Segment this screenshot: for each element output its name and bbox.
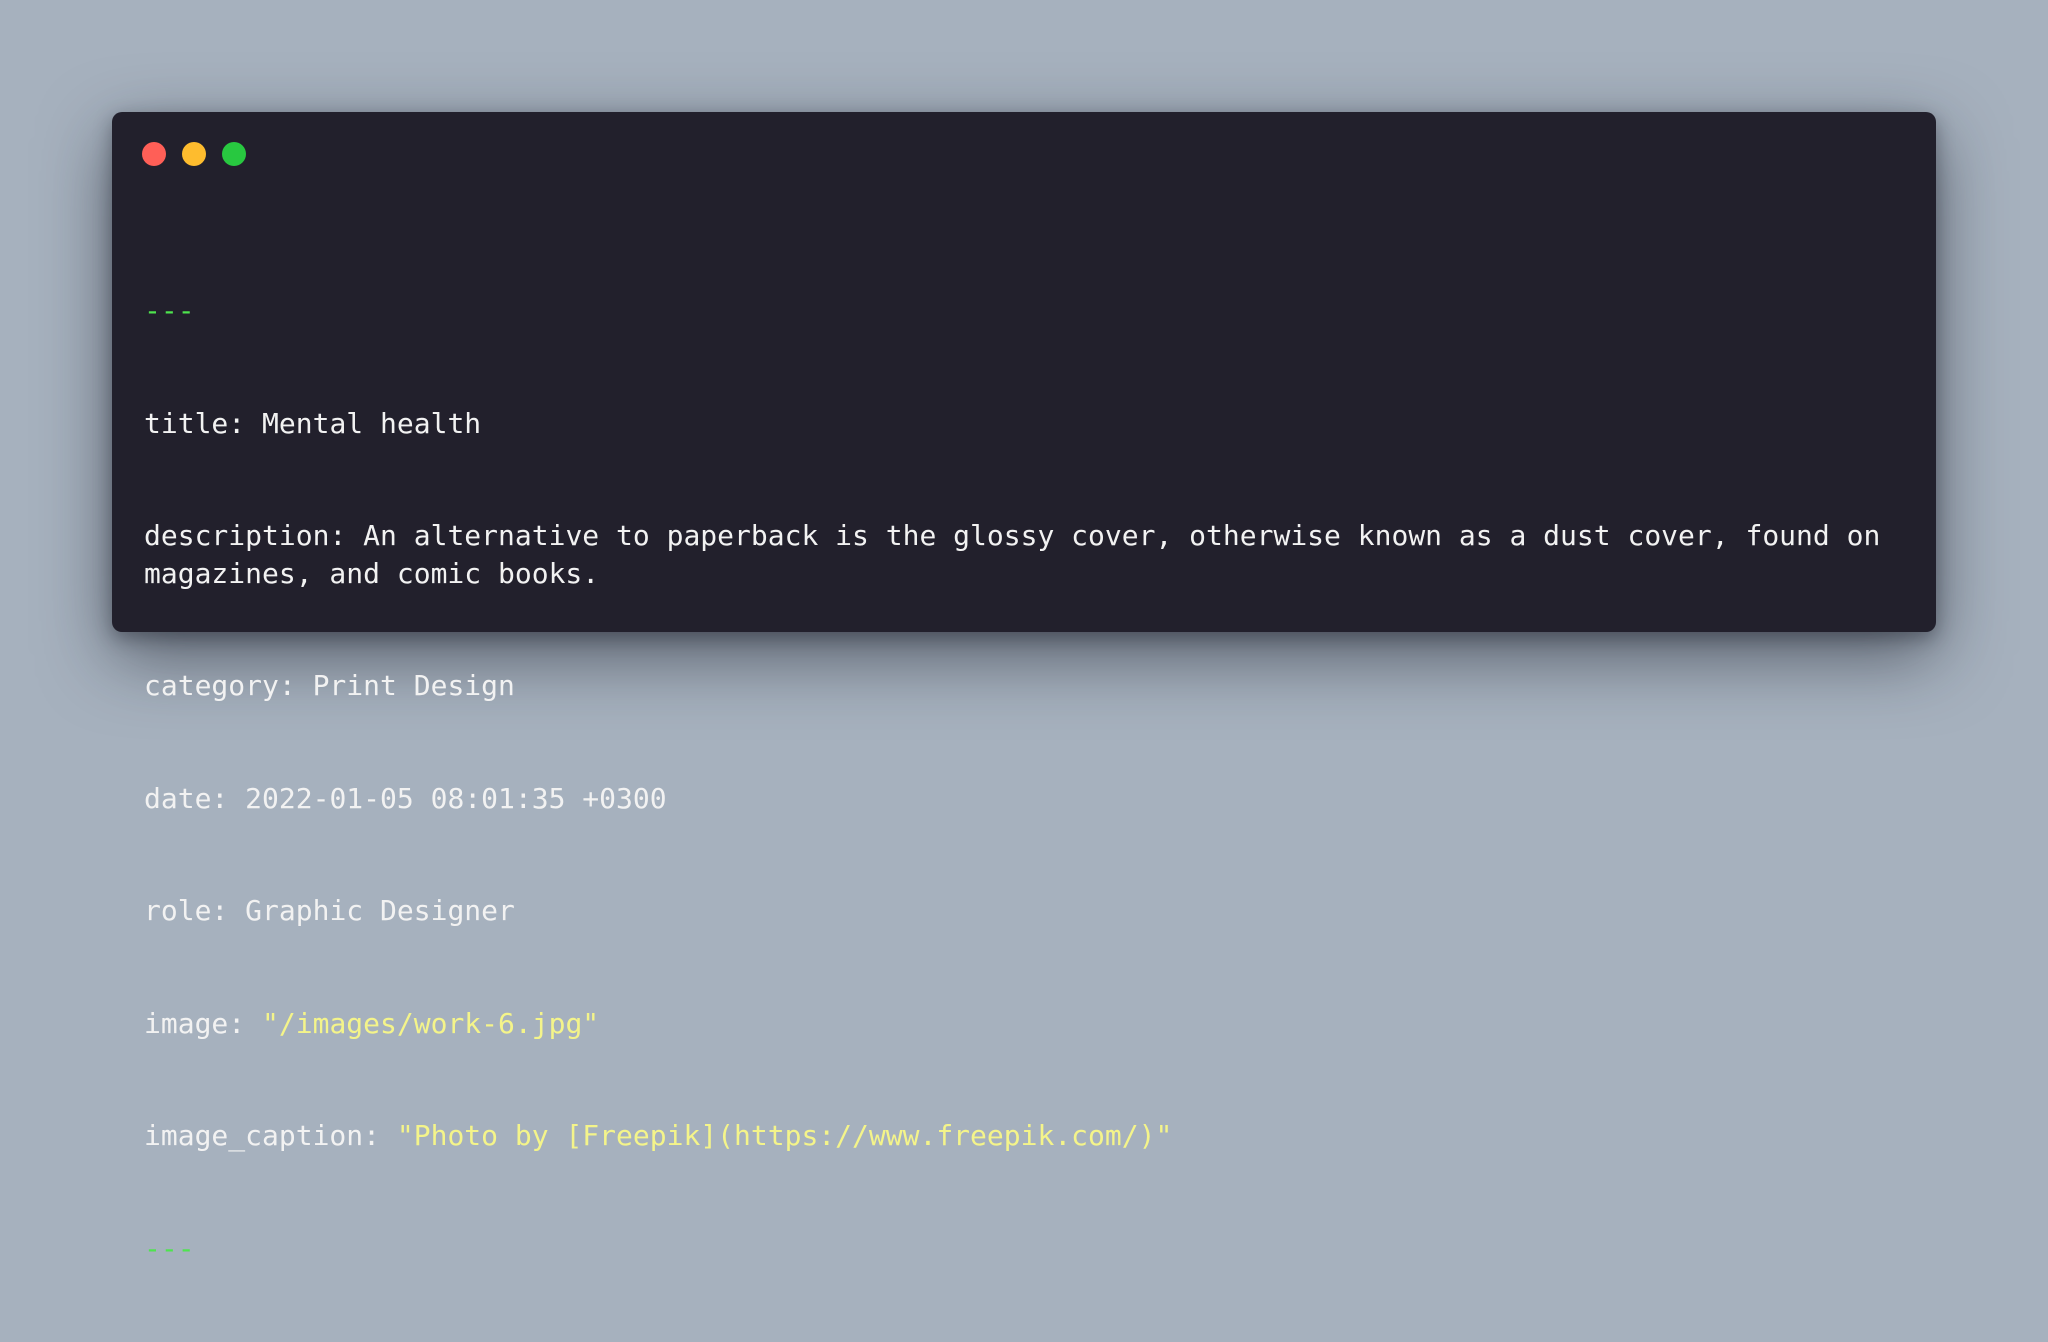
image-caption-key: image_caption: <box>144 1119 397 1152</box>
description-value: An alternative to paperback is the gloss… <box>144 519 1898 590</box>
image-value: "/images/work-6.jpg" <box>262 1006 600 1040</box>
code-line-date: date: 2022-01-05 08:01:35 +0300 <box>144 780 1904 818</box>
category-value: Print Design <box>312 669 515 702</box>
code-line-title: title: Mental health <box>144 405 1904 443</box>
date-key: date: <box>144 781 246 815</box>
image-key: image: <box>144 1006 263 1040</box>
code-line-close-delim: --- <box>144 1230 1904 1268</box>
code-block: --- title: Mental health description: An… <box>144 217 1904 1342</box>
code-window: --- title: Mental health description: An… <box>112 112 1936 1265</box>
code-line-image-caption: image_caption: "Photo by [Freepik](https… <box>144 1117 1904 1155</box>
code-line-open-delim: --- <box>144 292 1904 330</box>
image-caption-value: "Photo by [Freepik](https://www.freepik.… <box>396 1119 1173 1152</box>
window-controls <box>142 142 246 166</box>
date-value: 2022-01-05 08:01:35 +0300 <box>245 781 667 815</box>
role-value: Graphic Designer <box>245 894 515 927</box>
description-key: description: <box>144 519 364 552</box>
maximize-window-icon[interactable] <box>222 142 246 166</box>
title-key: title: <box>144 406 263 440</box>
code-line-image: image: "/images/work-6.jpg" <box>144 1005 1904 1043</box>
title-value: Mental health <box>262 406 482 440</box>
frontmatter-open-delimiter: --- <box>144 294 195 327</box>
role-key: role: <box>144 894 246 927</box>
category-key: category: <box>144 669 313 702</box>
close-window-icon[interactable] <box>142 142 166 166</box>
minimize-window-icon[interactable] <box>182 142 206 166</box>
frontmatter-close-delimiter: --- <box>144 1231 195 1265</box>
code-line-description: description: An alternative to paperback… <box>144 517 1904 592</box>
code-line-role: role: Graphic Designer <box>144 892 1904 930</box>
code-line-category: category: Print Design <box>144 667 1904 705</box>
